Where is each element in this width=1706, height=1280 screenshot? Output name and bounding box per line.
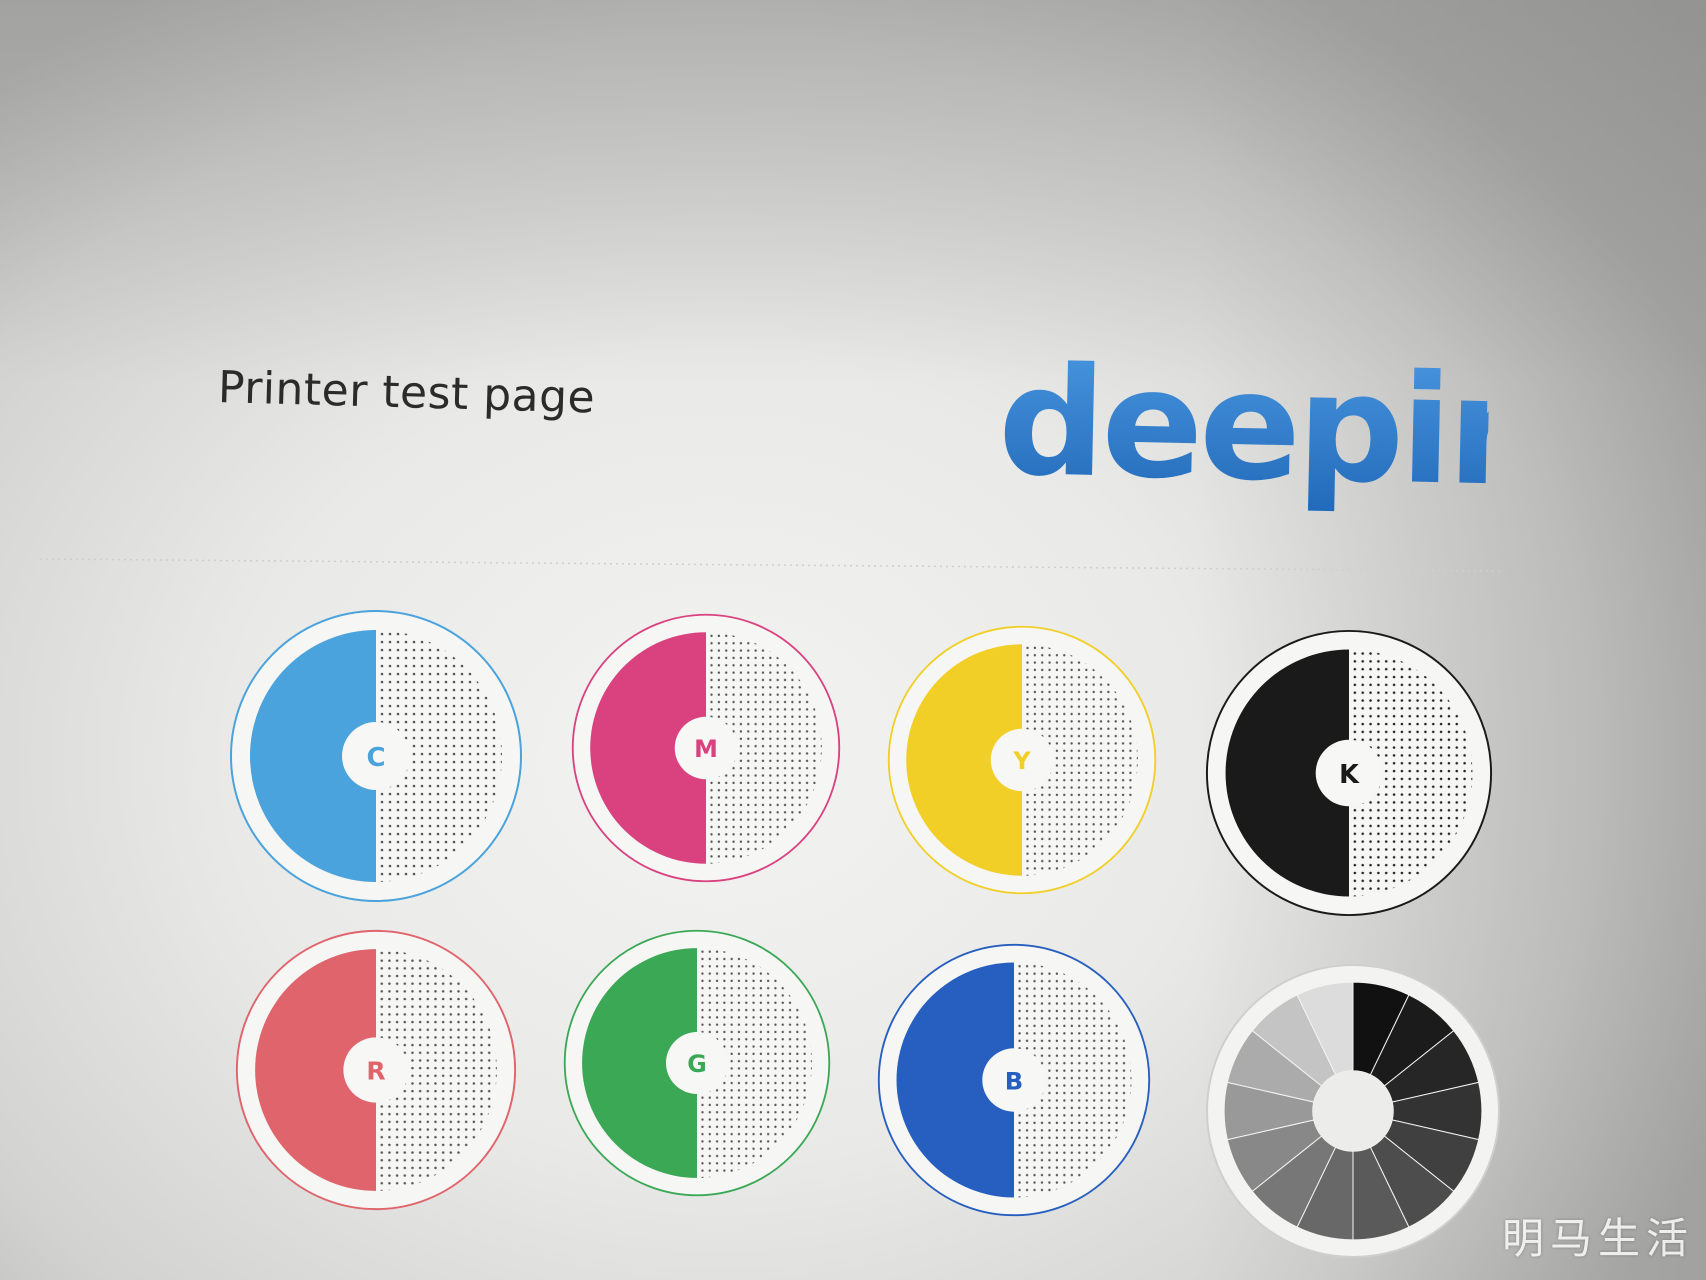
swatch-label: B — [1005, 1066, 1023, 1095]
swatch-black: K — [1205, 629, 1493, 917]
swatch-cyan: C — [230, 610, 522, 902]
swatch-red: R — [235, 929, 517, 1211]
swatch-green: G — [563, 929, 831, 1197]
swatch-blue: B — [877, 943, 1151, 1217]
swatch-label: M — [694, 735, 718, 763]
swatch-yellow: Y — [887, 625, 1157, 895]
watermark-text: 明马生活 — [1501, 1214, 1694, 1263]
swatch-magenta: M — [571, 613, 841, 883]
swatch-label: K — [1339, 760, 1360, 790]
page-title: Printer test page — [217, 362, 596, 424]
logo-wordmark: deepin — [997, 355, 1490, 521]
divider-line — [39, 558, 1501, 572]
deepin-logo: deepin — [997, 355, 1490, 521]
swatch-label: R — [366, 1057, 385, 1086]
swatch-label: G — [687, 1050, 706, 1078]
grayscale-wheel — [1206, 964, 1500, 1258]
swatch-label: Y — [1012, 747, 1031, 775]
swatch-label: C — [366, 743, 385, 773]
wheel-center — [1312, 1070, 1394, 1152]
